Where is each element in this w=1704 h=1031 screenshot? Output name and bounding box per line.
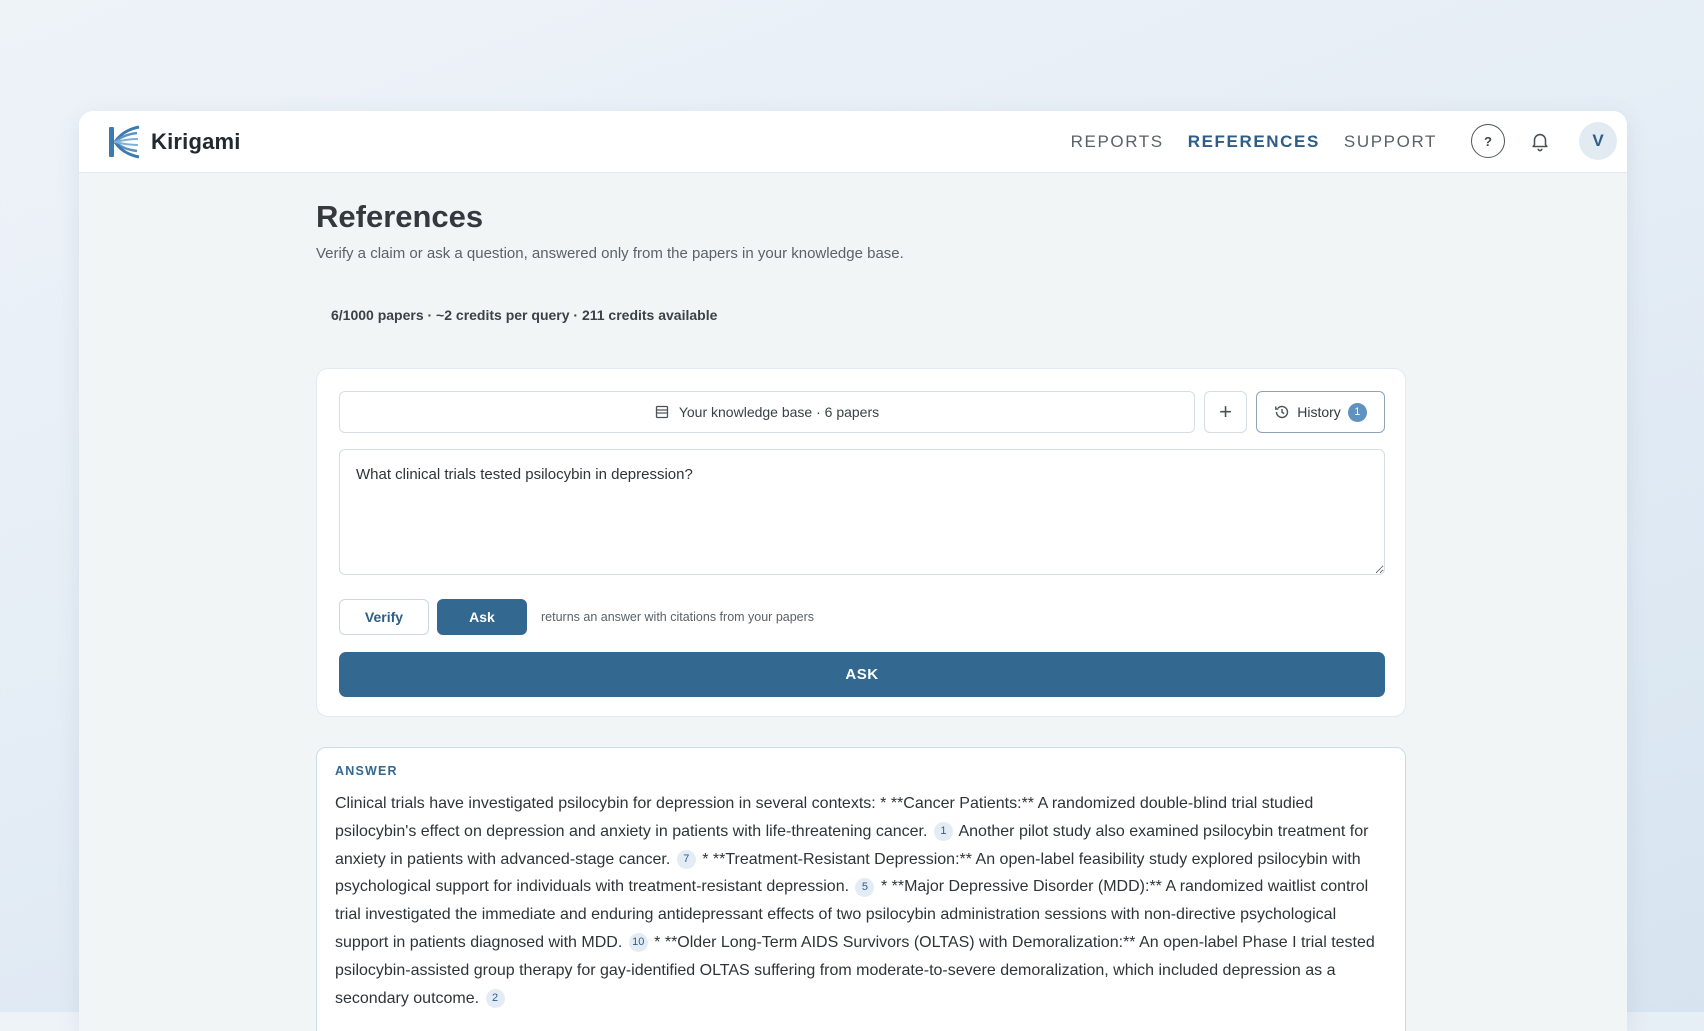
knowledge-base-label: Your knowledge base · 6 papers [678, 404, 880, 420]
citation-badge[interactable]: 7 [676, 849, 696, 869]
help-button[interactable]: ? [1471, 124, 1505, 158]
history-count-badge: 1 [1347, 402, 1367, 422]
app-window: Kirigami REPORTS REFERENCES SUPPORT ? V … [79, 111, 1627, 1031]
nav-support[interactable]: SUPPORT [1344, 132, 1437, 152]
page-subtitle: Verify a claim or ask a question, answer… [316, 245, 904, 262]
nav-reports[interactable]: REPORTS [1071, 132, 1164, 152]
nav-references[interactable]: REFERENCES [1188, 132, 1320, 152]
add-paper-button[interactable]: + [1204, 391, 1247, 433]
citation-badge[interactable]: 10 [628, 933, 648, 953]
logo[interactable]: Kirigami [105, 123, 241, 161]
kirigami-logo-icon [109, 125, 140, 159]
page-title: References [316, 199, 484, 234]
citation-badge[interactable]: 5 [855, 877, 875, 897]
query-card: Your knowledge base · 6 papers + History… [316, 368, 1406, 717]
knowledge-base-selector[interactable]: Your knowledge base · 6 papers [339, 391, 1195, 433]
question-mark-icon: ? [1484, 133, 1492, 149]
citation-badge[interactable]: 1 [933, 822, 953, 842]
brand-name: Kirigami [151, 129, 241, 154]
citation-badge[interactable]: 2 [485, 988, 505, 1008]
list-icon [655, 405, 668, 419]
question-input[interactable] [339, 449, 1385, 575]
history-button[interactable]: History 1 [1256, 391, 1385, 433]
avatar[interactable]: V [1579, 122, 1617, 160]
answer-label: ANSWER [335, 764, 398, 778]
history-icon [1275, 405, 1289, 419]
history-label: History [1297, 404, 1341, 420]
bell-icon[interactable] [1529, 130, 1551, 152]
ask-mode-button[interactable]: Ask [437, 599, 527, 635]
mode-hint: returns an answer with citations from yo… [541, 610, 815, 624]
plus-icon: + [1219, 399, 1232, 424]
answer-panel: ANSWER Clinical trials have investigated… [316, 747, 1406, 1031]
top-bar: Kirigami REPORTS REFERENCES SUPPORT ? V [79, 111, 1627, 173]
verify-mode-button[interactable]: Verify [339, 599, 429, 635]
answer-body: Clinical trials have investigated psiloc… [335, 790, 1387, 1012]
main-nav: REPORTS REFERENCES SUPPORT [1071, 111, 1437, 172]
ask-submit-button[interactable]: ASK [339, 652, 1385, 697]
usage-stats: 6/1000 papers · ~2 credits per query · 2… [331, 307, 718, 323]
